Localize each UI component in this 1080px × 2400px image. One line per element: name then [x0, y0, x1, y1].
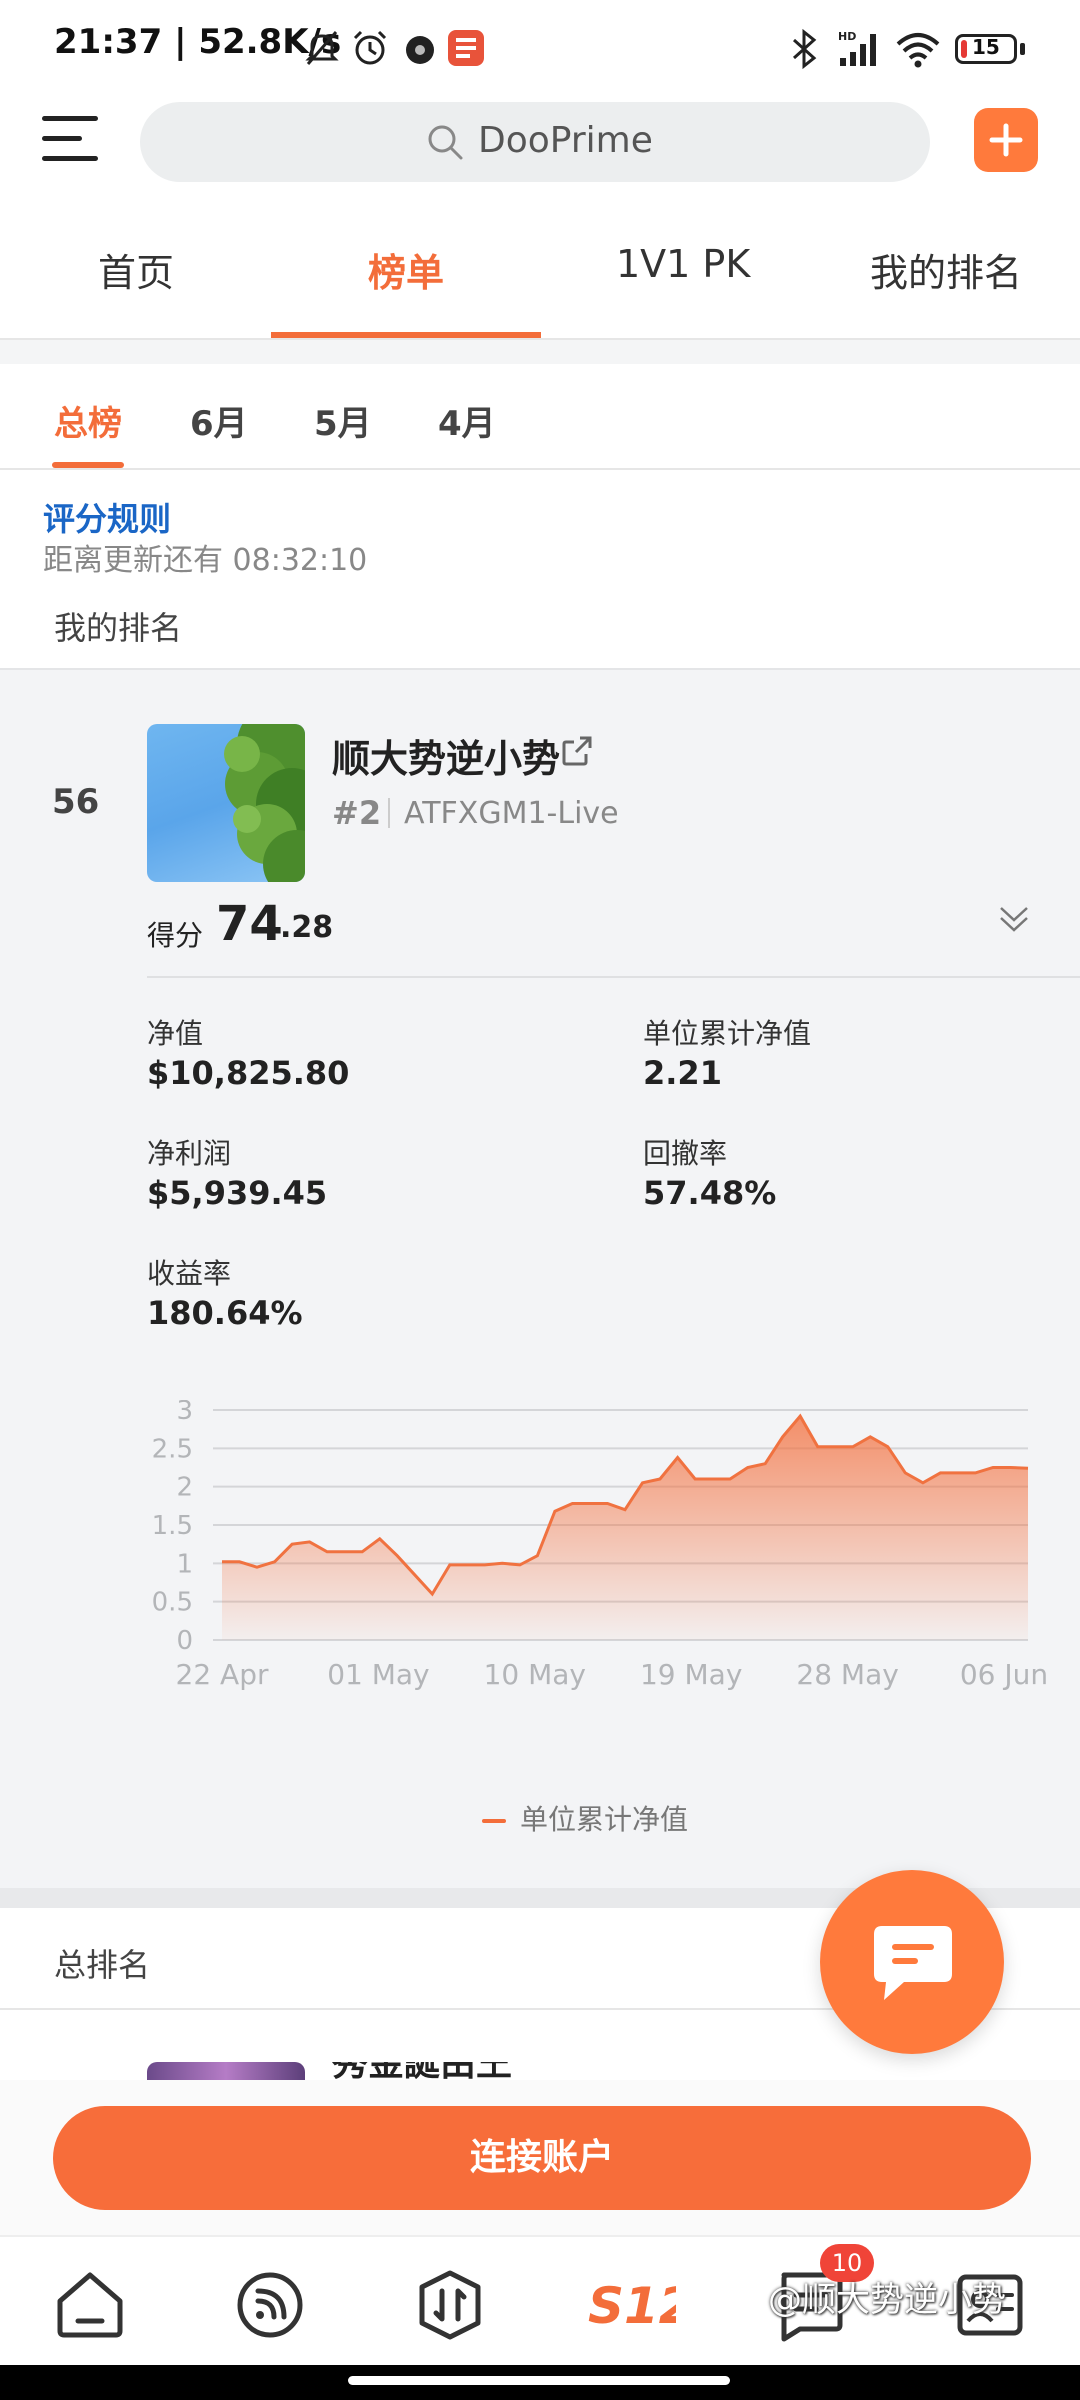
account-name: ATFXGM1-Live — [404, 796, 619, 831]
alarm-icon — [353, 30, 387, 65]
nav-trade[interactable] — [410, 2265, 490, 2345]
stat-value-return: 180.64% — [147, 1294, 303, 1332]
legend-label: 单位累计净值 — [520, 1803, 689, 1836]
nav-chart: 0 0.5 1 1.5 2 2.5 3 22 Apr 01 May 10 May 19 May 28… — [152, 1400, 1049, 1691]
home-indicator[interactable] — [348, 2376, 730, 2385]
stat-value-unit-nav: 2.21 — [643, 1054, 722, 1092]
wifi-icon — [896, 33, 940, 68]
y-tick-label: 2 — [176, 1473, 193, 1503]
external-link-icon[interactable] — [560, 734, 594, 768]
rank-tag: #2 — [332, 794, 382, 832]
battery-icon: 15 — [955, 34, 1017, 64]
update-countdown: 距离更新还有 08:32:10 — [43, 543, 368, 578]
avatar[interactable] — [147, 724, 305, 882]
card-divider — [147, 976, 1080, 978]
total-ranking-heading: 总排名 — [54, 1946, 151, 1984]
battery-level: 15 — [972, 35, 1000, 59]
feed-icon — [237, 2272, 303, 2338]
stat-label-return: 收益率 — [147, 1257, 232, 1290]
y-tick-label: 0 — [176, 1626, 193, 1656]
stat-label-net-profit: 净利润 — [147, 1137, 232, 1170]
y-tick-label: 1.5 — [152, 1511, 193, 1541]
user-name[interactable]: 秀金誕由王 — [332, 2062, 532, 2080]
x-tick-label: 22 Apr — [176, 1658, 269, 1691]
tab-1v1-pk[interactable]: 1V1 PK — [616, 242, 750, 286]
stat-value-net-profit: $5,939.45 — [147, 1174, 328, 1212]
my-ranking-card[interactable]: 56 顺大势逆小势 #2 ATFXGM1-Live 得分 74 .28 净值 $… — [0, 668, 1080, 1888]
my-ranking-heading: 我的排名 — [54, 609, 183, 647]
plus-icon — [989, 123, 1023, 157]
s12-icon: S12 — [588, 2277, 694, 2335]
status-time-speed: 21:37 | 52.8K/s — [54, 22, 342, 62]
stat-value-net-value: $10,825.80 — [147, 1054, 350, 1092]
subtab-total[interactable]: 总榜 — [54, 396, 122, 445]
stat-value-drawdown: 57.48% — [643, 1174, 777, 1212]
chat-icon — [874, 1926, 952, 2000]
x-tick-label: 06 Jun — [960, 1658, 1048, 1691]
stat-label-net-value: 净值 — [147, 1017, 204, 1050]
chevron-double-down-icon[interactable] — [997, 902, 1031, 936]
tab-home[interactable]: 首页 — [98, 242, 174, 297]
scoring-rules-link[interactable]: 评分规则 — [43, 494, 171, 540]
user-name[interactable]: 顺大势逆小势 — [332, 728, 560, 783]
subtab-may[interactable]: 5月 — [314, 396, 372, 445]
connect-account-button[interactable]: 连接账户 — [53, 2106, 1031, 2210]
subtab-april[interactable]: 4月 — [438, 396, 496, 445]
tab-my-ranking[interactable]: 我的排名 — [870, 242, 1022, 297]
avatar[interactable] — [147, 2062, 305, 2082]
x-tick-label: 01 May — [327, 1658, 429, 1691]
stat-label-unit-nav: 单位累计净值 — [643, 1017, 812, 1050]
y-tick-label: 3 — [176, 1400, 193, 1426]
subtab-june[interactable]: 6月 — [190, 396, 248, 445]
news-app-icon — [448, 30, 484, 66]
watermark-text: @顺大势逆小势 — [768, 2280, 1006, 2320]
chart-legend: 单位累计净值 — [482, 1798, 688, 1838]
y-tick-label: 2.5 — [152, 1434, 193, 1464]
svg-text:S12: S12 — [588, 2277, 676, 2335]
status-bar: 21:37 | 52.8K/s HD 15 — [0, 0, 1080, 100]
x-tick-label: 19 May — [640, 1658, 742, 1691]
stat-label-drawdown: 回撤率 — [643, 1137, 728, 1170]
trade-icon — [419, 2270, 481, 2340]
subtab-divider — [0, 468, 1080, 470]
bluetooth-icon — [792, 28, 817, 70]
y-tick-label: 0.5 — [152, 1588, 193, 1618]
svg-text:HD: HD — [838, 30, 856, 43]
signal-icon: HD — [838, 30, 876, 66]
x-tick-label: 28 May — [796, 1658, 898, 1691]
separator — [388, 798, 390, 828]
x-tick-label: 10 May — [484, 1658, 586, 1691]
tab-ranking[interactable]: 榜单 — [368, 242, 444, 297]
rank-number: 56 — [52, 782, 100, 822]
legend-swatch — [482, 1819, 506, 1823]
nav-s12[interactable]: S12 — [586, 2265, 694, 2345]
avatar-image — [224, 724, 305, 882]
search-placeholder: DooPrime — [478, 120, 653, 161]
menu-icon — [42, 116, 98, 121]
app-notification-icon — [406, 36, 434, 64]
search-icon — [428, 125, 463, 160]
add-button[interactable] — [974, 108, 1038, 172]
search-input[interactable]: DooPrime — [140, 102, 930, 182]
nav-home[interactable] — [50, 2265, 130, 2345]
nav-feed[interactable] — [230, 2265, 310, 2345]
home-icon — [57, 2272, 123, 2338]
menu-button[interactable] — [42, 116, 98, 164]
y-tick-label: 1 — [176, 1549, 193, 1579]
score-label: 得分 — [147, 919, 204, 952]
mute-icon — [305, 31, 339, 65]
chat-button[interactable] — [820, 1870, 1004, 2054]
score-integer: 74 — [216, 896, 283, 952]
area-fill — [222, 1416, 1028, 1640]
score-decimal: .28 — [280, 910, 334, 945]
section-gap — [0, 340, 1080, 364]
